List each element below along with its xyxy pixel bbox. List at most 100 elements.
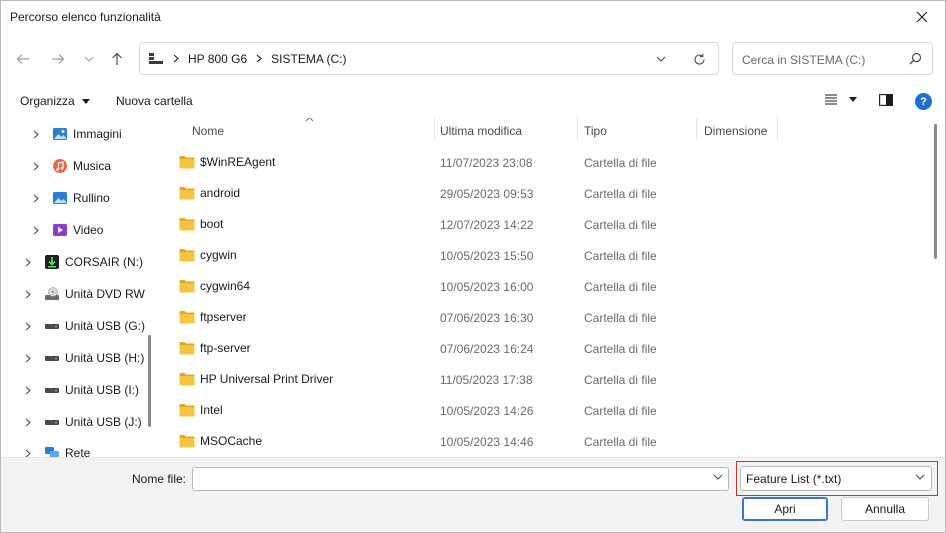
file-name: ftp-server [200, 341, 251, 355]
file-modified: 10/05/2023 16:00 [440, 280, 534, 294]
nav-item-label: Unità USB (I:) [65, 383, 140, 397]
expand-chevron[interactable] [30, 224, 42, 236]
table-row[interactable]: cygwin64 10/05/2023 16:00 Cartella di file [159, 271, 945, 302]
file-type: Cartella di file [584, 342, 657, 356]
column-header-type[interactable]: Tipo [584, 118, 694, 144]
column-divider[interactable] [434, 118, 435, 140]
breadcrumb-item[interactable]: SISTEMA (C:) [271, 52, 346, 66]
table-row[interactable]: ftpserver 07/06/2023 16:30 Cartella di fil… [159, 302, 945, 333]
preview-pane-button[interactable] [879, 94, 893, 109]
file-list[interactable]: Nome Ultima modifica Tipo Dimensione $Wi… [159, 118, 945, 457]
address-dropdown-button[interactable] [653, 51, 669, 67]
table-row[interactable]: cygwin 10/05/2023 15:50 Cartella di file [159, 240, 945, 271]
filename-input[interactable] [197, 471, 707, 487]
column-header-name[interactable]: Nome [192, 118, 432, 144]
command-bar: Organizza Nuova cartella ? [1, 87, 945, 117]
nav-item-usb-i[interactable]: Unità USB (I:) [22, 378, 139, 402]
file-type: Cartella di file [584, 218, 657, 232]
column-header-size[interactable]: Dimensione [704, 118, 779, 144]
caret-down-icon [849, 96, 857, 102]
table-row[interactable]: Intel 10/05/2023 14:26 Cartella di file [159, 395, 945, 426]
nav-item-dvd-drive[interactable]: Unità DVD RW [22, 282, 145, 306]
arrow-up-icon [112, 52, 122, 65]
expand-chevron[interactable] [22, 320, 34, 332]
search-box[interactable]: Cerca in SISTEMA (C:) [732, 42, 933, 75]
refresh-icon [693, 53, 705, 65]
nav-scrollbar-thumb[interactable] [148, 335, 151, 427]
cancel-button[interactable]: Annulla [841, 497, 929, 521]
table-row[interactable]: android 29/05/2023 09:53 Cartella di file [159, 178, 945, 209]
back-button[interactable] [11, 47, 35, 71]
arrow-left-icon [16, 54, 29, 64]
file-modified: 12/07/2023 14:22 [440, 218, 534, 232]
organize-button[interactable]: Organizza [20, 94, 90, 108]
folder-icon [179, 187, 195, 200]
file-name-cell: ftpserver [179, 310, 247, 324]
file-type: Cartella di file [584, 435, 657, 449]
nav-item-usb-j[interactable]: Unità USB (J:) [22, 410, 142, 434]
view-options-button[interactable] [824, 93, 857, 105]
expand-chevron[interactable] [22, 384, 34, 396]
open-button[interactable]: Apri [742, 497, 828, 521]
nav-item-usb-g[interactable]: Unità USB (G:) [22, 314, 145, 338]
navigation-pane[interactable]: Immagini Musica Rullino Video CORSAIR (N… [1, 118, 157, 457]
file-modified: 11/07/2023 23:08 [440, 156, 533, 170]
chevron-right-icon [25, 386, 31, 394]
table-row[interactable]: $WinREAgent 11/07/2023 23:08 Cartella di f… [159, 147, 945, 178]
expand-chevron[interactable] [22, 352, 34, 364]
file-modified: 07/06/2023 16:30 [440, 311, 534, 325]
expand-chevron[interactable] [22, 447, 34, 457]
folder-icon [179, 404, 195, 417]
chevron-down-icon[interactable] [713, 474, 723, 480]
video-icon [52, 222, 68, 238]
expand-chevron[interactable] [30, 128, 42, 140]
file-name-cell: cygwin [179, 248, 237, 262]
expand-chevron[interactable] [30, 160, 42, 172]
table-row[interactable]: ftp-server 07/06/2023 16:24 Cartella di fi… [159, 333, 945, 364]
file-name-cell: Intel [179, 403, 223, 417]
column-divider[interactable] [777, 118, 778, 140]
nav-item-network[interactable]: Rete [22, 441, 90, 457]
refresh-button[interactable] [690, 50, 708, 68]
expand-chevron[interactable] [30, 192, 42, 204]
expand-chevron[interactable] [22, 256, 34, 268]
breadcrumb-item[interactable]: HP 800 G6 [188, 52, 247, 66]
file-type: Cartella di file [584, 280, 657, 294]
help-button[interactable]: ? [915, 93, 932, 110]
column-header-modified[interactable]: Ultima modifica [440, 118, 575, 144]
table-row[interactable]: MSOCache 10/05/2023 14:46 Cartella di file [159, 426, 945, 457]
chevron-right-icon [25, 258, 31, 266]
filename-combobox[interactable] [192, 467, 729, 491]
nav-item-usb-h[interactable]: Unità USB (H:) [22, 346, 144, 370]
close-button[interactable] [899, 1, 945, 33]
expand-chevron[interactable] [22, 288, 34, 300]
file-name: cygwin [200, 248, 237, 262]
column-divider[interactable] [577, 118, 578, 140]
recent-locations-button[interactable] [77, 47, 101, 71]
nav-item-label: Unità USB (G:) [65, 319, 146, 333]
table-row[interactable]: boot 12/07/2023 14:22 Cartella di file [159, 209, 945, 240]
nav-item-videos[interactable]: Video [30, 218, 103, 242]
expand-chevron[interactable] [22, 416, 34, 428]
new-folder-button[interactable]: Nuova cartella [116, 94, 193, 108]
file-type-filter[interactable]: Feature List (*.txt) [740, 466, 932, 491]
file-modified: 10/05/2023 14:46 [440, 435, 534, 449]
nav-item-pictures[interactable]: Immagini [30, 122, 122, 146]
chevron-down-icon [84, 56, 94, 62]
up-button[interactable] [105, 47, 129, 71]
forward-button[interactable] [46, 47, 70, 71]
file-name-cell: boot [179, 217, 223, 231]
nav-item-music[interactable]: Musica [30, 154, 111, 178]
drive-icon [44, 382, 60, 398]
nav-item-label: Rullino [73, 191, 110, 205]
file-list-scrollbar-thumb[interactable] [934, 124, 937, 259]
table-row[interactable]: HP Universal Print Driver 11/05/2023 17:3… [159, 364, 945, 395]
network-icon [44, 445, 60, 457]
column-divider[interactable] [696, 118, 697, 140]
address-bar[interactable]: HP 800 G6 SISTEMA (C:) [139, 42, 719, 75]
chevron-right-icon [25, 418, 31, 426]
search-input[interactable]: Cerca in SISTEMA (C:) [742, 53, 865, 67]
nav-item-camera-roll[interactable]: Rullino [30, 186, 110, 210]
list-view-icon [825, 94, 837, 105]
nav-item-corsair-drive[interactable]: CORSAIR (N:) [22, 250, 143, 274]
